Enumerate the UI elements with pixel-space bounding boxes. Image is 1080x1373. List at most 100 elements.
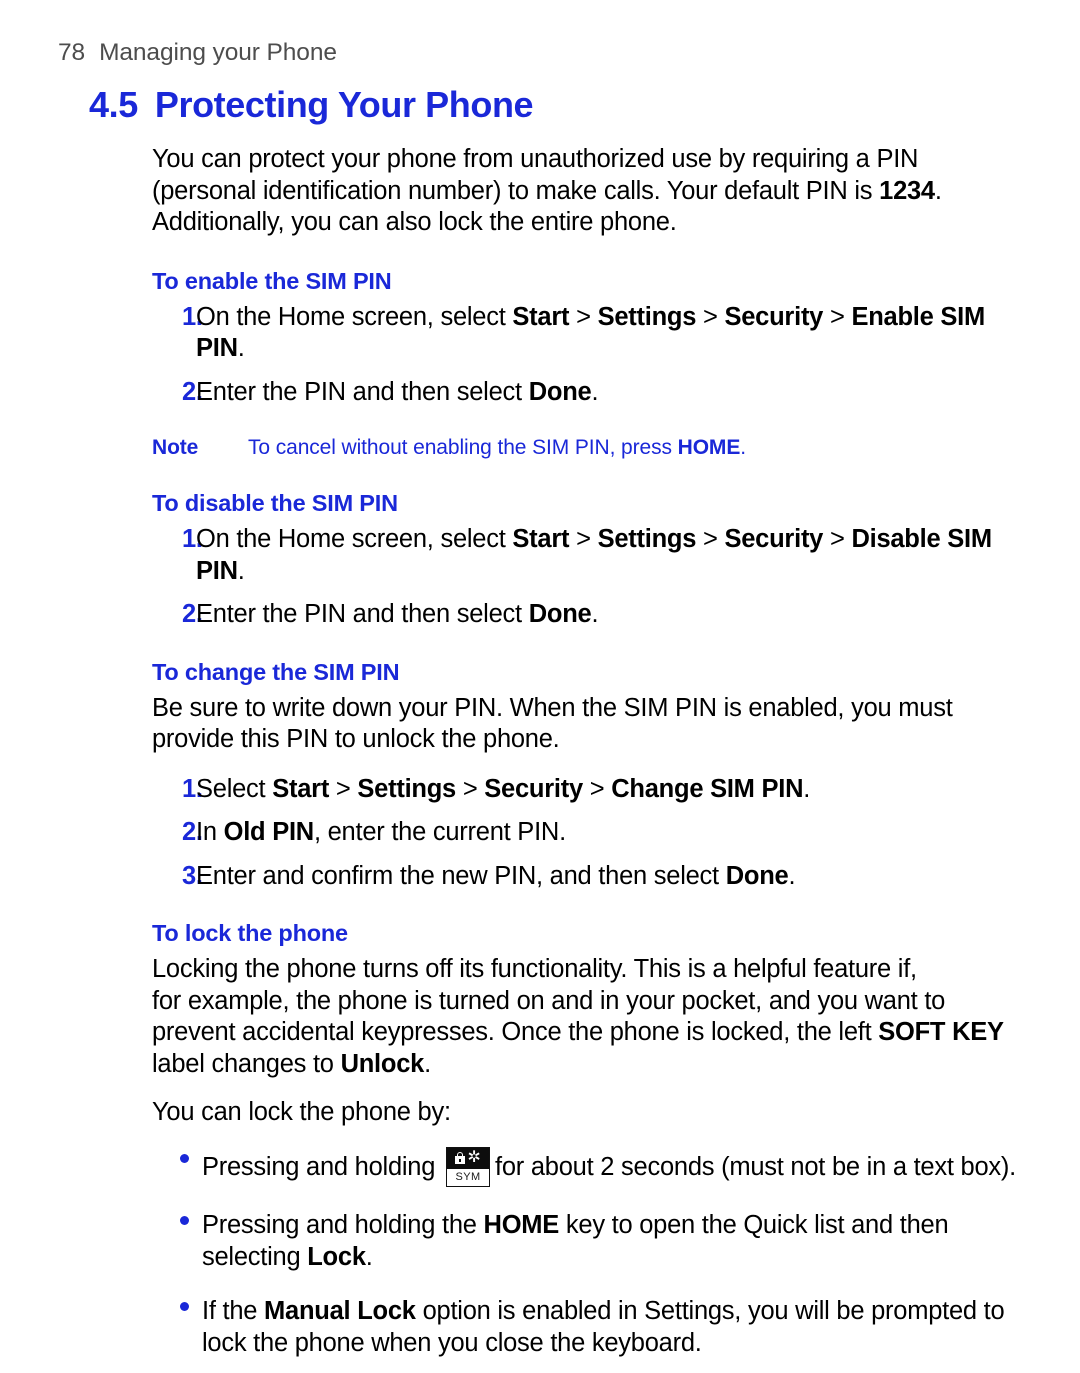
step-text: On the Home screen, select Start > Setti…: [196, 524, 1032, 587]
note-post: .: [740, 436, 746, 459]
step-item: 2. Enter the PIN and then select Done.: [152, 599, 1032, 631]
sep: >: [569, 302, 598, 331]
bullet-text: Pressing and holding ✲ SYM for about 2 sec…: [202, 1146, 1032, 1187]
heading-enable-sim-pin: To enable the SIM PIN: [152, 267, 392, 294]
sep: >: [329, 774, 358, 803]
key-home: HOME: [483, 1210, 560, 1239]
menu-settings: Settings: [597, 525, 697, 553]
step-pre: Enter the PIN and then select: [196, 600, 529, 628]
list-item: Pressing and holding the HOME key to ope…: [152, 1209, 1032, 1273]
step-marker: 2.: [182, 818, 203, 846]
steps-enable-sim-pin: 1. On the Home screen, select Start > Se…: [152, 302, 1032, 409]
menu-settings: Settings: [357, 774, 456, 803]
step-marker: 2.: [182, 377, 203, 406]
step-text: Enter the PIN and then select Done.: [196, 599, 1032, 631]
intro-line-1: You can protect your phone from unauthor…: [152, 145, 919, 173]
sym-key-icon: ✲ SYM: [446, 1146, 491, 1187]
menu-security: Security: [484, 774, 583, 803]
para-line: provide this PIN to unlock the phone.: [152, 725, 560, 753]
step-marker: 1.: [182, 302, 203, 331]
running-header: 78 Managing your Phone: [58, 39, 337, 67]
para-post: .: [424, 1049, 431, 1078]
heading-disable-sim-pin: To disable the SIM PIN: [152, 490, 398, 516]
sep: >: [455, 774, 485, 803]
sep: >: [823, 525, 852, 553]
label-unlock: Unlock: [340, 1049, 425, 1078]
option-manual-lock: Manual Lock: [264, 1296, 416, 1325]
bullet-post: for about 2 seconds (must not be in a te…: [495, 1152, 1016, 1181]
steps-disable-sim-pin: 1. On the Home screen, select Start > Se…: [152, 524, 1032, 631]
step-post: , enter the current PIN.: [313, 818, 566, 846]
step-pre: Select: [196, 774, 273, 803]
document-page: 78 Managing your Phone 4.5 Protecting You…: [0, 0, 1080, 1357]
bullet-pre: Pressing and holding the: [202, 1210, 484, 1239]
menu-change-sim-pin: Change SIM PIN: [611, 774, 804, 803]
step-item: 1. On the Home screen, select Start > Se…: [152, 524, 1032, 587]
section-title-text: Protecting Your Phone: [154, 84, 534, 125]
para-line: prevent accidental keypresses. Once the …: [152, 1018, 879, 1046]
step-item: 2. Enter the PIN and then select Done.: [152, 377, 1032, 409]
step-pre: On the Home screen, select: [196, 525, 513, 553]
key-home: HOME: [677, 436, 741, 459]
step-post: .: [803, 774, 811, 803]
menu-start: Start: [272, 774, 330, 803]
para-line: for example, the phone is turned on and …: [152, 986, 946, 1015]
default-pin-value: 1234: [879, 176, 935, 205]
step-item: 3. Enter and confirm the new PIN, and th…: [152, 861, 1032, 893]
intro-line-2-pre: (personal identification number) to make…: [152, 176, 880, 205]
step-text: Enter and confirm the new PIN, and then …: [196, 861, 1032, 893]
sep: >: [696, 302, 725, 331]
sym-key-label: SYM: [455, 1171, 481, 1183]
para-line: Locking the phone turns off its function…: [152, 955, 917, 983]
button-done: Done: [528, 600, 592, 628]
step-text: Enter the PIN and then select Done.: [196, 377, 1032, 409]
lock-phone-paragraph: Locking the phone turns off its function…: [152, 954, 1032, 1080]
heading-lock-the-phone: To lock the phone: [152, 920, 348, 946]
para-line: Be sure to write down your PIN. When the…: [152, 693, 953, 722]
step-item: 2. In Old PIN, enter the current PIN.: [152, 817, 1032, 849]
menu-security: Security: [724, 302, 824, 331]
bullet-pre: If the: [202, 1296, 265, 1325]
bullet-marker-icon: [152, 1209, 202, 1273]
list-item: Pressing and holding ✲ SYM for about 2 sec…: [152, 1146, 1032, 1187]
step-item: 1. On the Home screen, select Start > Se…: [152, 302, 1032, 365]
lock-phone-lead-in: You can lock the phone by:: [152, 1098, 451, 1126]
running-section-title: Managing your Phone: [99, 39, 337, 66]
menu-start: Start: [512, 302, 570, 331]
step-marker: 1.: [182, 774, 203, 803]
intro-paragraph: You can protect your phone from unauthor…: [152, 144, 1032, 239]
step-text: Select Start > Settings > Security > Cha…: [196, 774, 1032, 806]
page-title: 4.5 Protecting Your Phone: [89, 84, 534, 126]
step-pre: On the Home screen, select: [196, 302, 513, 331]
step-marker: 1.: [182, 525, 203, 553]
heading-change-sim-pin: To change the SIM PIN: [152, 658, 400, 685]
menu-start: Start: [512, 525, 570, 553]
bullet-marker-icon: [152, 1147, 202, 1187]
step-marker: 2.: [182, 600, 203, 628]
note-pre: To cancel without enabling the SIM PIN, …: [248, 436, 678, 459]
step-post: .: [591, 377, 599, 406]
field-old-pin: Old PIN: [223, 818, 315, 846]
key-soft-key: SOFT KEY: [878, 1018, 1004, 1046]
sep: >: [823, 302, 852, 331]
menu-security: Security: [724, 525, 824, 553]
sep: >: [582, 774, 612, 803]
step-post: .: [591, 600, 599, 628]
button-done: Done: [528, 377, 592, 406]
bullet-pre: Pressing and holding: [202, 1152, 443, 1181]
menu-settings: Settings: [597, 302, 697, 331]
step-pre: In: [196, 818, 224, 846]
step-text: In Old PIN, enter the current PIN.: [196, 817, 1032, 849]
sep: >: [569, 525, 598, 553]
note-label: Note: [152, 436, 199, 459]
content-column: You can protect your phone from unauthor…: [152, 144, 1032, 1373]
step-text: On the Home screen, select Start > Setti…: [196, 302, 1032, 365]
step-post: .: [788, 861, 796, 890]
button-done: Done: [725, 861, 789, 890]
sep: >: [696, 525, 725, 553]
steps-change-sim-pin: 1. Select Start > Settings > Security > …: [152, 774, 1032, 893]
step-marker: 3.: [182, 861, 203, 890]
change-sim-pin-paragraph: Be sure to write down your PIN. When the…: [152, 693, 1032, 756]
step-post: .: [237, 556, 245, 585]
step-pre: Enter the PIN and then select: [196, 377, 529, 406]
